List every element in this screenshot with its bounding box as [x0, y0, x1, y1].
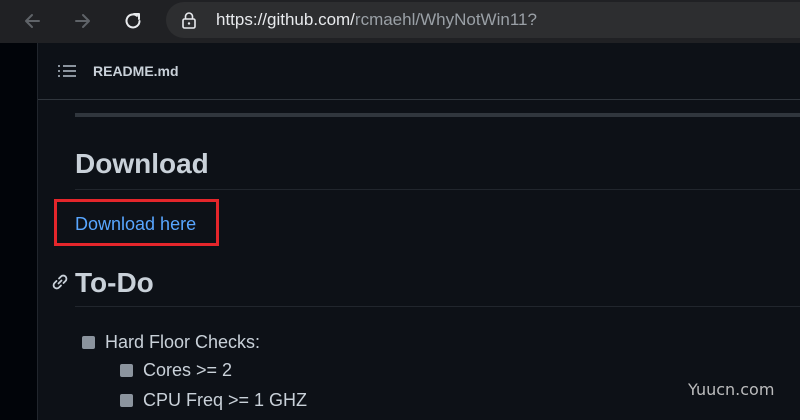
- list-icon[interactable]: [58, 64, 76, 78]
- task-label: CPU Freq >= 1 GHZ: [143, 390, 308, 410]
- back-button[interactable]: [17, 6, 47, 36]
- back-arrow-icon: [25, 14, 40, 28]
- reload-button[interactable]: [118, 6, 148, 36]
- task-item: CPU Freq >= 1 GHZ: [120, 389, 307, 411]
- url-path: rcmaehl/WhyNotWin11?: [354, 10, 537, 29]
- page-content: README.md Download Download here To-Do H…: [0, 43, 800, 420]
- horizontal-rule: [75, 113, 800, 117]
- address-bar[interactable]: https://github.com/rcmaehl/WhyNotWin11?: [166, 2, 800, 38]
- heading-divider: [75, 306, 800, 307]
- browser-toolbar: https://github.com/rcmaehl/WhyNotWin11?: [0, 0, 800, 43]
- url-host: https://github.com/: [216, 10, 355, 29]
- link-icon[interactable]: [51, 273, 69, 291]
- download-heading: Download: [75, 148, 209, 179]
- task-label: Hard Floor Checks:: [105, 332, 261, 352]
- task-checkbox[interactable]: [120, 393, 133, 407]
- task-item: Cores >= 2: [120, 359, 232, 381]
- todo-heading: To-Do: [75, 267, 154, 298]
- download-link[interactable]: Download here: [75, 213, 196, 235]
- forward-button[interactable]: [68, 6, 98, 36]
- lock-icon[interactable]: [182, 12, 196, 29]
- heading-divider: [75, 189, 800, 190]
- file-header: README.md: [38, 43, 800, 100]
- task-checkbox[interactable]: [120, 363, 133, 377]
- file-name: README.md: [93, 63, 179, 79]
- reload-icon: [125, 13, 141, 29]
- watermark: Yuucn.com: [688, 380, 775, 399]
- url-text[interactable]: https://github.com/rcmaehl/WhyNotWin11?: [216, 10, 537, 30]
- forward-arrow-icon: [75, 14, 90, 28]
- task-checkbox[interactable]: [82, 335, 95, 349]
- left-gutter: [0, 43, 38, 420]
- task-item: Hard Floor Checks:: [82, 331, 260, 353]
- task-label: Cores >= 2: [143, 360, 233, 380]
